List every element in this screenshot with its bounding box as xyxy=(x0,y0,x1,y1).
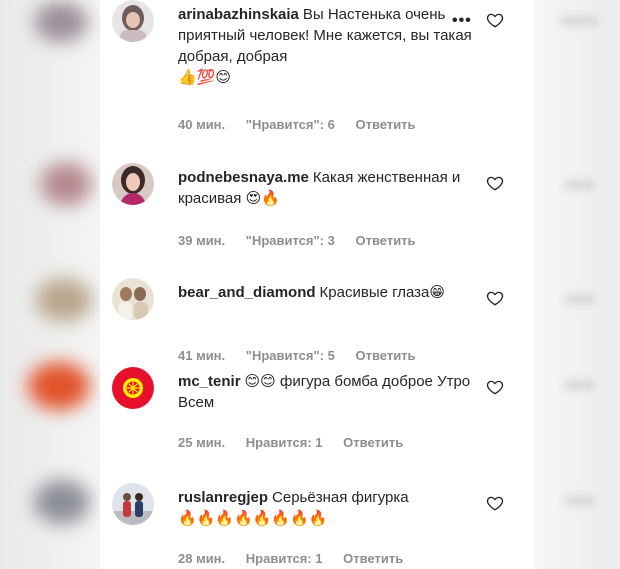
comment-likes[interactable]: "Нравится": 3 xyxy=(246,233,335,248)
comment-time: 39 мин. xyxy=(178,233,226,248)
comment-text: bear_and_diamond Красивые глаза😁 xyxy=(178,282,478,303)
blurred-left-backdrop xyxy=(0,0,100,569)
comment-likes[interactable]: "Нравится": 6 xyxy=(246,117,335,132)
comment-username[interactable]: ruslanregjep xyxy=(178,489,268,506)
heart-outline-icon[interactable] xyxy=(486,494,504,512)
comment-text: arinabazhinskaia Вы Настенька очень прият… xyxy=(178,4,478,88)
comment-meta: 28 мин. Нравится: 1 Ответить xyxy=(178,551,420,566)
comment-username[interactable]: podnebesnaya.me xyxy=(178,169,309,186)
heart-outline-icon[interactable] xyxy=(486,289,504,307)
avatar[interactable] xyxy=(112,367,154,409)
reply-button[interactable]: Ответить xyxy=(355,117,415,132)
blurred-right-backdrop xyxy=(534,0,620,569)
comments-panel: arinabazhinskaia Вы Настенька очень прият… xyxy=(100,0,534,569)
comment-time: 41 мин. xyxy=(178,348,226,363)
avatar[interactable] xyxy=(112,163,154,205)
comment-likes[interactable]: "Нравится": 5 xyxy=(246,348,335,363)
heart-outline-icon[interactable] xyxy=(486,378,504,396)
reply-button[interactable]: Ответить xyxy=(355,233,415,248)
comment-emoji: 😁 xyxy=(429,284,446,301)
avatar[interactable] xyxy=(112,483,154,525)
comment-likes[interactable]: Нравится: 1 xyxy=(246,435,323,450)
avatar[interactable] xyxy=(112,278,154,320)
comment-username[interactable]: arinabazhinskaia xyxy=(178,6,299,23)
comment-time: 25 мин. xyxy=(178,435,226,450)
comment-body: Красивые глаза xyxy=(319,284,430,301)
comment-text: podnebesnaya.me Какая женственная и краси… xyxy=(178,167,478,209)
comment-text: mc_tenir 😊😊 фигура бомба доброе Утро Всем xyxy=(178,371,478,413)
comment-meta: 39 мин. "Нравится": 3 Ответить xyxy=(178,233,433,248)
comment-time: 28 мин. xyxy=(178,551,226,566)
comment-username[interactable]: bear_and_diamond xyxy=(178,284,316,301)
comment-emoji: 😍🔥 xyxy=(245,190,280,207)
avatar[interactable] xyxy=(112,0,154,42)
comment-likes[interactable]: Нравится: 1 xyxy=(246,551,323,566)
comment-emoji: 👍💯😊 xyxy=(178,69,231,86)
comment-body: Серьёзная фигурка xyxy=(272,489,409,506)
comment-text: ruslanregjep Серьёзная фигурка 🔥🔥🔥🔥🔥🔥🔥🔥 xyxy=(178,487,478,529)
comment-meta: 41 мин. "Нравится": 5 Ответить xyxy=(178,348,433,363)
comment-username[interactable]: mc_tenir xyxy=(178,373,241,390)
comment-meta: 40 мин. "Нравится": 6 Ответить xyxy=(178,117,433,132)
reply-button[interactable]: Ответить xyxy=(343,551,403,566)
comment-meta: 25 мин. Нравится: 1 Ответить xyxy=(178,435,420,450)
more-options-icon[interactable]: ••• xyxy=(452,12,472,30)
comment-emoji: 🔥🔥🔥🔥🔥🔥🔥🔥 xyxy=(178,510,328,527)
heart-outline-icon[interactable] xyxy=(486,11,504,29)
reply-button[interactable]: Ответить xyxy=(355,348,415,363)
reply-button[interactable]: Ответить xyxy=(343,435,403,450)
comment-time: 40 мин. xyxy=(178,117,226,132)
heart-outline-icon[interactable] xyxy=(486,174,504,192)
